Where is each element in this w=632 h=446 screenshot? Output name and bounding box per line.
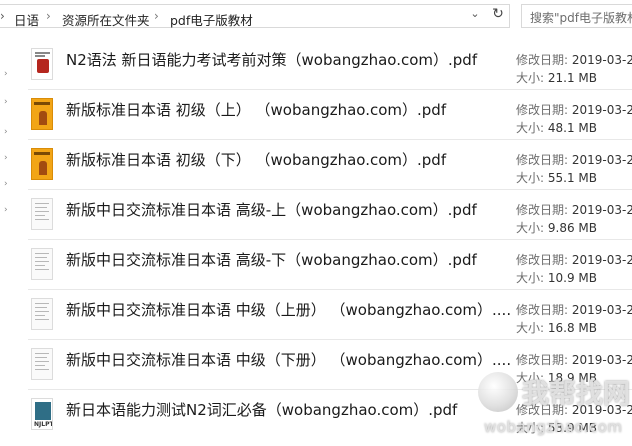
size-label: 大小:	[516, 71, 545, 85]
file-row[interactable]: 新版标准日本语 初级（上） （wobangzhao.com）.pdf 修改日期:…	[14, 90, 632, 140]
file-size: 大小: 16.8 MB	[516, 319, 597, 336]
file-name[interactable]: N2语法 新日语能力考试考前对策（wobangzhao.com）.pdf	[66, 49, 477, 70]
pdf-thumbnail-icon	[31, 348, 53, 380]
size-label: 大小:	[516, 271, 545, 285]
file-size: 大小: 21.1 MB	[516, 69, 597, 86]
size-value: 48.1 MB	[547, 121, 597, 135]
date-value: 2019-03-28	[571, 153, 632, 167]
file-name[interactable]: 新版中日交流标准日本语 中级（下册） （wobangzhao.com）....	[66, 349, 511, 370]
date-label: 修改日期:	[516, 203, 569, 217]
size-value: 21.1 MB	[547, 71, 597, 85]
breadcrumb-separator[interactable]: ›	[154, 9, 159, 23]
pdf-thumbnail-icon	[31, 98, 53, 130]
size-label: 大小:	[516, 321, 545, 335]
breadcrumb-separator[interactable]: ›	[46, 9, 51, 23]
pdf-thumbnail-icon	[31, 298, 53, 330]
file-size: 大小: 48.1 MB	[516, 119, 597, 136]
watermark-logo-icon	[478, 372, 518, 412]
search-input[interactable]: 搜索"pdf电子版教材"	[521, 4, 632, 28]
date-value: 2019-03-28	[571, 253, 632, 267]
modified-date: 修改日期: 2019-03-28	[516, 151, 632, 168]
date-label: 修改日期:	[516, 53, 569, 67]
nav-expand-icon[interactable]: ›	[4, 180, 8, 189]
address-bar: › 日语 › 资源所在文件夹 › pdf电子版教材 ⌄ ↻ 搜索"pdf电子版教…	[0, 0, 632, 32]
watermark: 我帮找网 wobangzhao.com	[478, 368, 632, 446]
breadcrumb-start-chevron-icon[interactable]: ›	[0, 9, 5, 23]
size-value: 16.8 MB	[547, 321, 597, 335]
date-value: 2019-03-28	[571, 303, 632, 317]
size-value: 9.86 MB	[547, 221, 597, 235]
date-value: 2019-03-28	[571, 53, 632, 67]
nav-expand-icon[interactable]: ›	[4, 154, 8, 163]
file-row[interactable]: 新版中日交流标准日本语 中级（上册） （wobangzhao.com）.... …	[14, 290, 632, 340]
modified-date: 修改日期: 2019-03-28	[516, 51, 632, 68]
search-placeholder: 搜索"pdf电子版教材"	[530, 11, 632, 25]
modified-date: 修改日期: 2019-03-28	[516, 101, 632, 118]
watermark-text: 我帮找网	[522, 379, 630, 410]
file-size: 大小: 10.9 MB	[516, 269, 597, 286]
file-name[interactable]: 新版中日交流标准日本语 高级-上（wobangzhao.com）.pdf	[66, 199, 477, 220]
file-name[interactable]: 新日本语能力测试N2词汇必备（wobangzhao.com）.pdf	[66, 399, 457, 420]
navigation-pane-edge[interactable]: › › › › › ›	[0, 32, 14, 446]
pdf-thumbnail-icon	[31, 198, 53, 230]
breadcrumb-item-japanese[interactable]: 日语	[14, 10, 39, 29]
nav-expand-icon[interactable]: ›	[4, 128, 8, 137]
file-size: 大小: 9.86 MB	[516, 219, 597, 236]
date-value: 2019-03-28	[571, 353, 632, 367]
date-label: 修改日期:	[516, 103, 569, 117]
date-label: 修改日期:	[516, 303, 569, 317]
date-value: 2019-03-28	[571, 203, 632, 217]
nav-expand-icon[interactable]: ›	[4, 98, 8, 107]
size-label: 大小:	[516, 171, 545, 185]
file-name[interactable]: 新版中日交流标准日本语 中级（上册） （wobangzhao.com）....	[66, 299, 511, 320]
file-row[interactable]: N2语法 新日语能力考试考前对策（wobangzhao.com）.pdf 修改日…	[14, 40, 632, 90]
file-row[interactable]: 新版中日交流标准日本语 高级-下（wobangzhao.com）.pdf 修改日…	[14, 240, 632, 290]
date-label: 修改日期:	[516, 153, 569, 167]
file-name[interactable]: 新版中日交流标准日本语 高级-下（wobangzhao.com）.pdf	[66, 249, 477, 270]
pdf-thumbnail-icon	[31, 48, 53, 80]
nav-expand-icon[interactable]: ›	[4, 206, 8, 215]
modified-date: 修改日期: 2019-03-28	[516, 301, 632, 318]
nav-expand-icon[interactable]: ›	[4, 70, 8, 79]
pdf-thumbnail-icon: NJLPT	[31, 398, 53, 430]
breadcrumb[interactable]: › 日语 › 资源所在文件夹 › pdf电子版教材	[0, 4, 510, 28]
file-size: 大小: 55.1 MB	[516, 169, 597, 186]
history-dropdown-chevron-down-icon[interactable]: ⌄	[466, 5, 484, 23]
size-value: 10.9 MB	[547, 271, 597, 285]
modified-date: 修改日期: 2019-03-28	[516, 201, 632, 218]
modified-date: 修改日期: 2019-03-28	[516, 351, 632, 368]
file-row[interactable]: 新版中日交流标准日本语 高级-上（wobangzhao.com）.pdf 修改日…	[14, 190, 632, 240]
modified-date: 修改日期: 2019-03-28	[516, 251, 632, 268]
size-label: 大小:	[516, 121, 545, 135]
breadcrumb-item-pdf-folder[interactable]: pdf电子版教材	[170, 10, 253, 29]
breadcrumb-item-resource-folder[interactable]: 资源所在文件夹	[62, 10, 150, 29]
date-value: 2019-03-28	[571, 103, 632, 117]
size-label: 大小:	[516, 221, 545, 235]
watermark-url: wobangzhao.com	[484, 418, 623, 436]
file-row[interactable]: 新版标准日本语 初级（下） （wobangzhao.com）.pdf 修改日期:…	[14, 140, 632, 190]
pdf-thumbnail-icon	[31, 248, 53, 280]
size-value: 55.1 MB	[547, 171, 597, 185]
file-name[interactable]: 新版标准日本语 初级（下） （wobangzhao.com）.pdf	[66, 149, 446, 170]
file-name[interactable]: 新版标准日本语 初级（上） （wobangzhao.com）.pdf	[66, 99, 446, 120]
date-label: 修改日期:	[516, 353, 569, 367]
refresh-icon[interactable]: ↻	[488, 4, 508, 24]
date-label: 修改日期:	[516, 253, 569, 267]
pdf-thumbnail-icon	[31, 148, 53, 180]
